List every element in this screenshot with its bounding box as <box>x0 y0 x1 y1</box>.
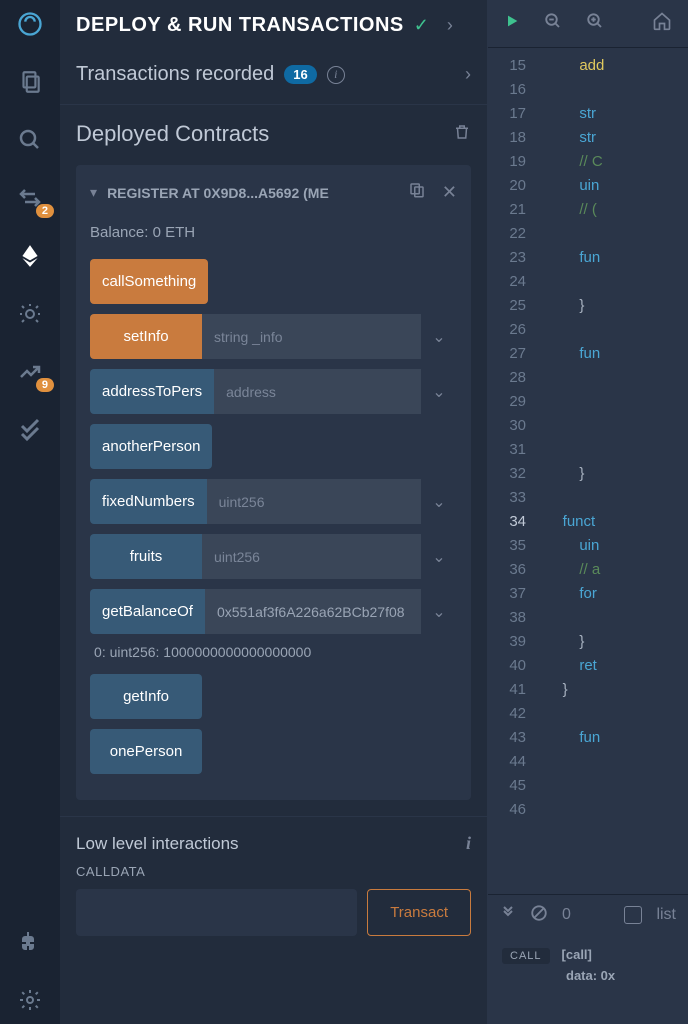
function-button-fixedNumbers[interactable]: fixedNumbers <box>90 479 207 524</box>
expand-icon[interactable]: ⌄ <box>421 479 457 524</box>
function-button-getBalanceOf[interactable]: getBalanceOf <box>90 589 205 634</box>
collapse-icon[interactable] <box>500 905 516 926</box>
function-row: fruits ⌄ <box>90 534 457 579</box>
deployed-title: Deployed Contracts <box>76 121 269 147</box>
chevron-down-icon[interactable]: ▾ <box>90 184 97 201</box>
function-row: onePerson <box>90 729 457 774</box>
terminal-list-label: list <box>656 906 676 924</box>
code-area[interactable]: 1516171819202122232425262728293031323334… <box>488 48 688 894</box>
function-button-anotherPerson[interactable]: anotherPerson <box>90 424 212 469</box>
terminal-output: CALL[call] data: 0x <box>488 935 688 1024</box>
info-icon[interactable]: i <box>466 833 471 854</box>
function-row: anotherPerson <box>90 424 457 469</box>
function-button-setInfo[interactable]: setInfo <box>90 314 202 359</box>
function-row: getInfo <box>90 674 457 719</box>
function-button-callSomething[interactable]: callSomething <box>90 259 208 304</box>
chart-icon[interactable]: 9 <box>16 358 44 386</box>
function-button-getInfo[interactable]: getInfo <box>90 674 202 719</box>
zoom-out-icon[interactable] <box>544 12 562 35</box>
play-icon[interactable] <box>504 13 520 34</box>
swap-badge: 2 <box>36 204 54 218</box>
low-level-section: Low level interactions i CALLDATA Transa… <box>60 816 487 952</box>
transactions-label: Transactions recorded <box>76 63 274 86</box>
terminal-tag: CALL <box>502 948 550 964</box>
line-gutter: 1516171819202122232425262728293031323334… <box>488 48 536 894</box>
contract-name: REGISTER AT 0X9D8...A5692 (ME <box>107 185 398 201</box>
deployed-section: Deployed Contracts ▾ REGISTER AT 0X9D8..… <box>60 105 487 816</box>
terminal-checkbox[interactable] <box>624 906 642 924</box>
transactions-count: 16 <box>284 65 316 84</box>
editor-toolbar <box>488 0 688 48</box>
expand-icon[interactable]: ⌄ <box>421 369 457 414</box>
contract-balance: Balance: 0 ETH <box>90 224 457 241</box>
editor-pane: 1516171819202122232425262728293031323334… <box>488 0 688 1024</box>
function-input[interactable] <box>207 479 421 524</box>
expand-icon[interactable]: ⌄ <box>421 314 457 359</box>
check-icon: ✓ <box>414 15 429 36</box>
function-input[interactable] <box>214 369 421 414</box>
check-icon[interactable] <box>16 416 44 444</box>
icon-sidebar: 2 9 <box>0 0 60 1024</box>
function-row: callSomething <box>90 259 457 304</box>
function-button-onePerson[interactable]: onePerson <box>90 729 202 774</box>
terminal: 0 list CALL[call] data: 0x <box>488 894 688 1024</box>
low-level-title: Low level interactions <box>76 834 239 854</box>
home-icon[interactable] <box>652 11 672 36</box>
function-input[interactable] <box>202 534 421 579</box>
trash-icon[interactable] <box>453 123 471 146</box>
chevron-right-icon[interactable]: › <box>465 64 471 85</box>
function-row: addressToPers ⌄ <box>90 369 457 414</box>
search-icon[interactable] <box>16 126 44 154</box>
info-icon[interactable]: i <box>327 66 345 84</box>
panel-title: DEPLOY & RUN TRANSACTIONS <box>76 14 404 37</box>
function-button-fruits[interactable]: fruits <box>90 534 202 579</box>
function-result: 0: uint256: 1000000000000000000 <box>94 644 457 660</box>
function-row: getBalanceOf ⌄ <box>90 589 457 634</box>
function-row: fixedNumbers ⌄ <box>90 479 457 524</box>
function-input[interactable] <box>205 589 421 634</box>
settings-icon[interactable] <box>16 986 44 1014</box>
terminal-bar: 0 list <box>488 895 688 935</box>
debug-icon[interactable] <box>16 300 44 328</box>
deploy-panel: DEPLOY & RUN TRANSACTIONS ✓ › Transactio… <box>60 0 488 1024</box>
contract-card: ▾ REGISTER AT 0X9D8...A5692 (ME ✕ Balanc… <box>76 165 471 800</box>
terminal-zero: 0 <box>562 906 571 924</box>
copy-icon[interactable] <box>408 181 426 204</box>
code-content[interactable]: add str str // C uin // ( fun } fun } fu… <box>536 48 688 894</box>
zoom-in-icon[interactable] <box>586 12 604 35</box>
calldata-label: CALLDATA <box>76 864 471 879</box>
function-input[interactable] <box>202 314 421 359</box>
transactions-row[interactable]: Transactions recorded 16 i › <box>60 51 487 105</box>
home-logo-icon[interactable] <box>16 10 44 38</box>
function-button-addressToPers[interactable]: addressToPers <box>90 369 214 414</box>
ethereum-icon[interactable] <box>16 242 44 270</box>
close-icon[interactable]: ✕ <box>442 182 457 203</box>
swap-icon[interactable]: 2 <box>16 184 44 212</box>
calldata-input[interactable] <box>76 889 357 936</box>
transact-button[interactable]: Transact <box>367 889 471 936</box>
expand-icon[interactable]: ⌄ <box>421 534 457 579</box>
expand-icon[interactable]: ⌄ <box>421 589 457 634</box>
function-row: setInfo ⌄ <box>90 314 457 359</box>
files-icon[interactable] <box>16 68 44 96</box>
plugin-icon[interactable] <box>16 928 44 956</box>
panel-header: DEPLOY & RUN TRANSACTIONS ✓ › <box>60 0 487 51</box>
chevron-right-icon[interactable]: › <box>447 15 453 36</box>
chart-badge: 9 <box>36 378 54 392</box>
block-icon[interactable] <box>530 904 548 927</box>
